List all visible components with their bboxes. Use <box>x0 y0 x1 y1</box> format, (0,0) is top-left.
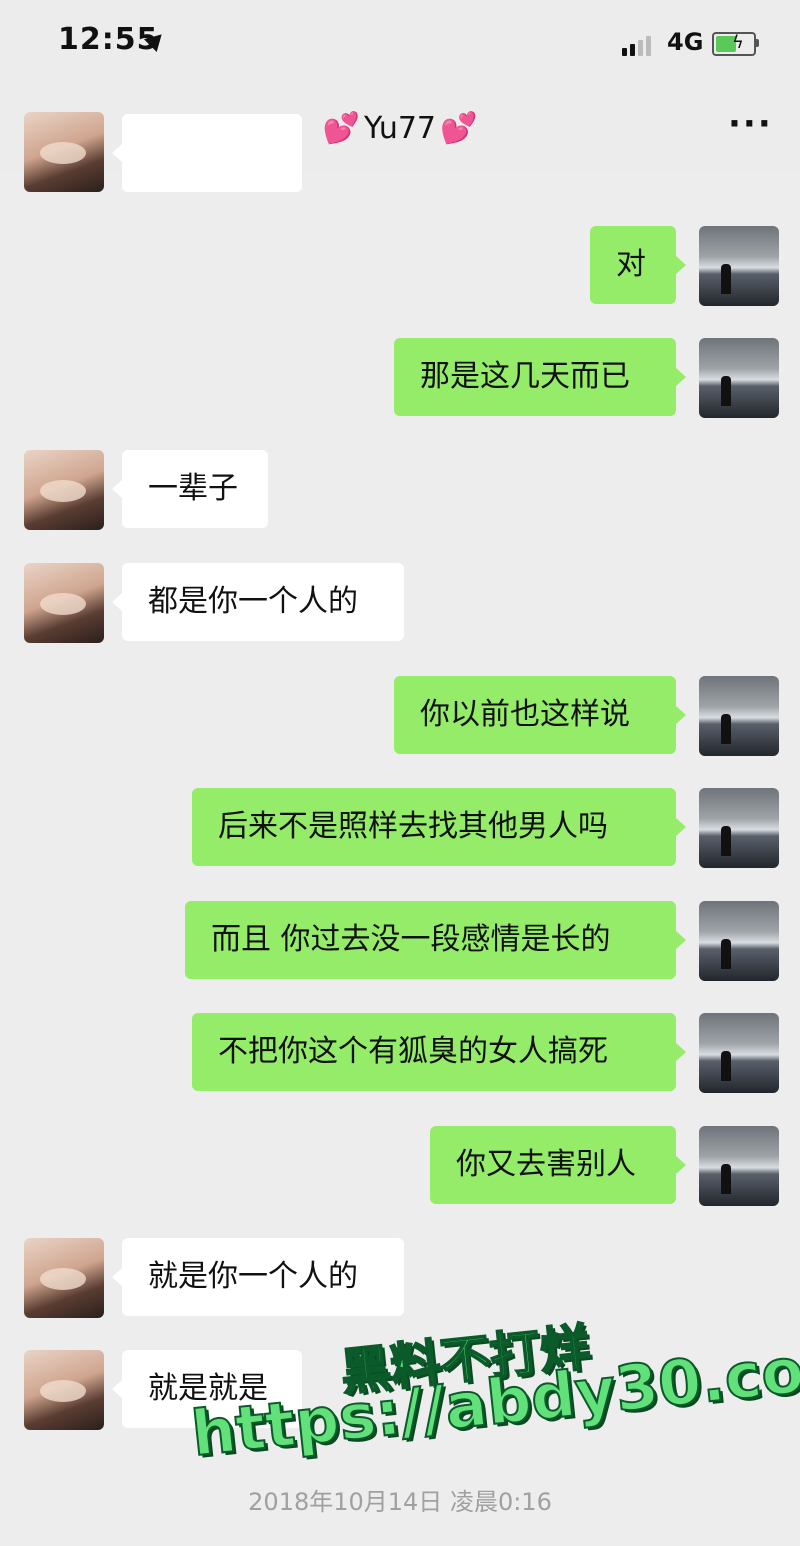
chat-title: Yu77 <box>363 111 437 146</box>
heart-icon: 💕 <box>440 111 478 146</box>
my-avatar[interactable] <box>699 676 779 756</box>
battery-icon: ϟ <box>712 32 756 56</box>
message-bubble-partial <box>112 114 302 192</box>
status-bar: 12:55 4G ϟ <box>0 0 800 80</box>
message-bubble[interactable]: 一辈子 <box>112 450 268 528</box>
more-options-icon[interactable]: ··· <box>728 107 773 141</box>
signal-icon <box>622 34 662 56</box>
message-bubble[interactable]: 你以前也这样说 <box>394 676 686 754</box>
network-type: 4G <box>667 28 704 56</box>
my-avatar[interactable] <box>699 338 779 418</box>
message-bubble[interactable]: 不把你这个有狐臭的女人搞死 <box>192 1013 686 1091</box>
heart-icon: 💕 <box>322 111 360 146</box>
my-avatar[interactable] <box>699 226 779 306</box>
message-bubble[interactable]: 你又去害别人 <box>430 1126 686 1204</box>
chat-title-wrap: 💕 Yu77 💕 <box>0 110 800 146</box>
message-bubble[interactable]: 后来不是照样去找其他男人吗 <box>192 788 686 866</box>
message-bubble[interactable]: 都是你一个人的 <box>112 563 404 641</box>
message-bubble[interactable]: 就是你一个人的 <box>112 1238 404 1316</box>
message-bubble[interactable]: 而且 你过去没一段感情是长的 <box>185 901 686 979</box>
message-bubble[interactable]: 那是这几天而已 <box>394 338 686 416</box>
contact-avatar[interactable] <box>24 1238 104 1318</box>
contact-avatar[interactable] <box>24 112 104 192</box>
message-timestamp: 2018年10月14日 凌晨0:16 <box>248 1488 552 1516</box>
contact-avatar[interactable] <box>24 563 104 643</box>
my-avatar[interactable] <box>699 901 779 981</box>
my-avatar[interactable] <box>699 1126 779 1206</box>
my-avatar[interactable] <box>699 788 779 868</box>
contact-avatar[interactable] <box>24 450 104 530</box>
my-avatar[interactable] <box>699 1013 779 1093</box>
message-bubble[interactable]: 对 <box>590 226 686 304</box>
contact-avatar[interactable] <box>24 1350 104 1430</box>
